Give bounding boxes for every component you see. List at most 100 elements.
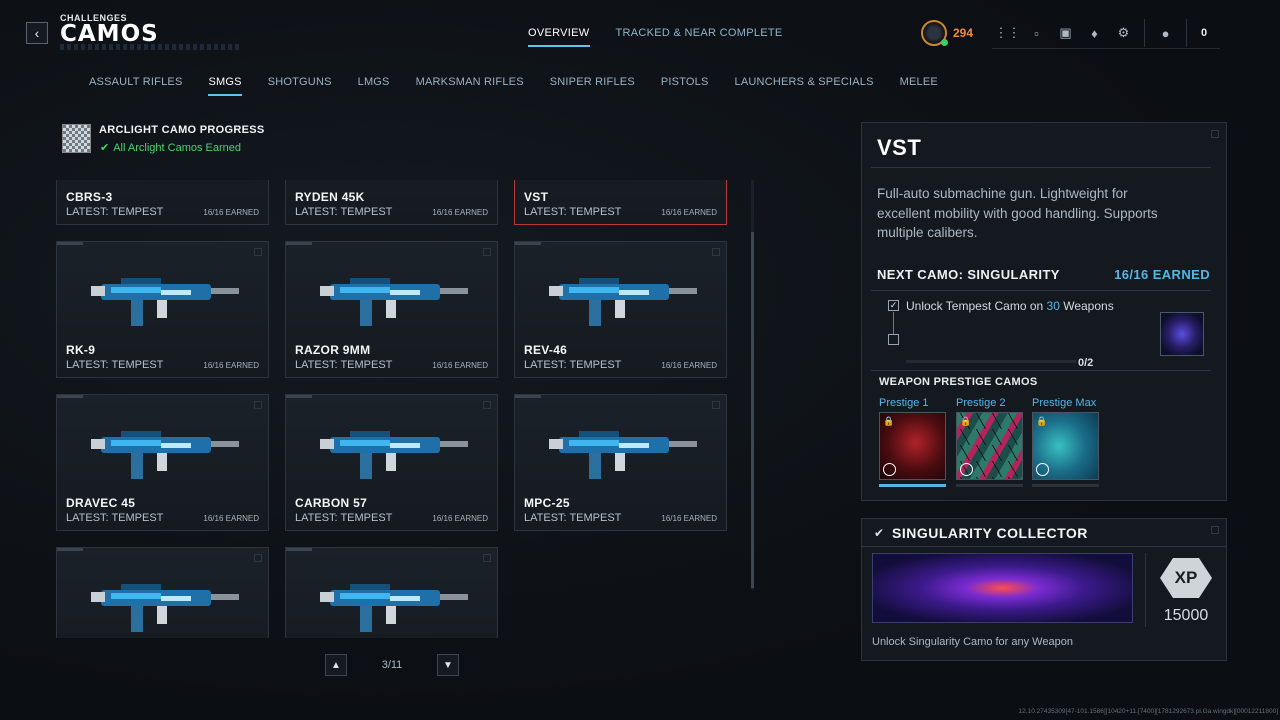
- weapon-image: [320, 278, 468, 326]
- arclight-status: ✔ All Arclight Camos Earned: [100, 141, 241, 155]
- weapon-image: [549, 431, 697, 479]
- prestige-icon: [1036, 463, 1049, 476]
- prestige-icon: [883, 463, 896, 476]
- requirement-prefix: Unlock Tempest Camo on: [906, 299, 1047, 313]
- prestige-camo-image: 🔒: [1032, 412, 1099, 480]
- prestige-label: Prestige 2: [956, 397, 1006, 409]
- weapon-earned: 16/16 EARNED: [661, 208, 717, 217]
- tab-launchers-specials[interactable]: LAUNCHERS & SPECIALS: [735, 76, 874, 96]
- prestige-camo-1[interactable]: Prestige 1 🔒: [879, 397, 947, 487]
- prestige-progress-bar: [956, 484, 1023, 487]
- collector-reward-banner: [872, 553, 1133, 623]
- card-corner: [254, 248, 262, 256]
- tab-marksman-rifles[interactable]: MARKSMAN RIFLES: [416, 76, 524, 96]
- divider: [871, 290, 1211, 291]
- requirement-checkbox-checked: ✓: [888, 300, 899, 311]
- checkmark-icon: ✔: [100, 142, 110, 154]
- weapon-name: MPC-25: [524, 496, 570, 510]
- weapon-earned: 16/16 EARNED: [203, 361, 259, 370]
- weapon-image: [91, 278, 239, 326]
- tab-smgs[interactable]: SMGS: [208, 76, 242, 96]
- tab-sniper-rifles[interactable]: SNIPER RIFLES: [550, 76, 635, 96]
- lock-icon: 🔒: [1036, 416, 1048, 426]
- lock-icon: 🔒: [883, 416, 895, 426]
- lock-icon: 🔒: [960, 416, 972, 426]
- weapon-latest-camo: LATEST: TEMPEST: [524, 206, 622, 218]
- panel-corner: [1211, 526, 1219, 534]
- page-up-button[interactable]: ▲: [325, 654, 347, 676]
- weapon-card[interactable]: CBRS-3 LATEST: TEMPEST 16/16 EARNED: [56, 180, 269, 225]
- weapon-image: [91, 431, 239, 479]
- weapon-card[interactable]: RK-9 LATEST: TEMPEST 16/16 EARNED: [56, 241, 269, 378]
- tab-shotguns[interactable]: SHOTGUNS: [268, 76, 332, 96]
- title-decoration: [60, 44, 240, 50]
- card-corner: [712, 248, 720, 256]
- card-corner: [254, 401, 262, 409]
- prestige-icon: [960, 463, 973, 476]
- collector-title: SINGULARITY COLLECTOR: [892, 525, 1088, 541]
- requirement-text: Unlock Tempest Camo on 30 Weapons: [906, 299, 1114, 313]
- weapon-latest-camo: LATEST: TEMPEST: [295, 359, 393, 371]
- weapon-card[interactable]: VST LATEST: TEMPEST 16/16 EARNED: [514, 180, 727, 225]
- card-top-bar: [57, 242, 83, 245]
- rank-icon[interactable]: [921, 20, 948, 46]
- collector-description: Unlock Singularity Camo for any Weapon: [872, 636, 1073, 648]
- divider: [871, 370, 1211, 371]
- page-indicator: 3/11: [381, 659, 403, 671]
- rank-value: 294: [953, 26, 974, 40]
- tab-melee[interactable]: MELEE: [900, 76, 938, 96]
- bell-icon[interactable]: ♦: [1080, 20, 1109, 46]
- apps-grid-icon[interactable]: ⋮⋮: [993, 20, 1022, 46]
- weapon-earned: 16/16 EARNED: [661, 514, 717, 523]
- weapon-earned: 16/16 EARNED: [203, 514, 259, 523]
- weapon-card[interactable]: DRAVEC 45 LATEST: TEMPEST 16/16 EARNED: [56, 394, 269, 531]
- weapon-card[interactable]: CARBON 57 LATEST: TEMPEST 16/16 EARNED: [285, 394, 498, 531]
- weapon-name: VST: [524, 190, 549, 204]
- prestige-camo-image: 🔒: [956, 412, 1023, 480]
- xp-amount: 15000: [1163, 607, 1209, 624]
- weapon-image: [320, 431, 468, 479]
- card-corner: [483, 554, 491, 562]
- scrollbar-thumb[interactable]: [751, 232, 754, 588]
- card-top-bar: [515, 395, 541, 398]
- requirement-progress: 0/2: [1078, 357, 1094, 369]
- weapon-card[interactable]: [285, 547, 498, 638]
- tab-overview[interactable]: OVERVIEW: [528, 27, 590, 47]
- weapon-card[interactable]: REV-46 LATEST: TEMPEST 16/16 EARNED: [514, 241, 727, 378]
- hud-divider: [1186, 19, 1187, 47]
- prestige-camo-2[interactable]: Prestige 2 🔒: [956, 397, 1024, 487]
- weapon-card[interactable]: RYDEN 45K LATEST: TEMPEST 16/16 EARNED: [285, 180, 498, 225]
- page-down-button[interactable]: ▼: [437, 654, 459, 676]
- back-button[interactable]: ‹: [26, 22, 48, 44]
- gear-icon[interactable]: ⚙: [1109, 20, 1138, 46]
- party-icon[interactable]: ●: [1151, 20, 1180, 46]
- card-top-bar: [57, 548, 83, 551]
- camera-icon[interactable]: ▣: [1051, 20, 1080, 46]
- weapon-name: REV-46: [524, 343, 568, 357]
- weapon-earned: 16/16 EARNED: [432, 208, 488, 217]
- weapon-card[interactable]: [56, 547, 269, 638]
- weapon-name: RK-9: [66, 343, 96, 357]
- requirement-suffix: Weapons: [1059, 299, 1114, 313]
- detail-weapon-name: VST: [877, 135, 922, 160]
- singularity-camo-thumbnail[interactable]: [1160, 312, 1204, 356]
- divider: [871, 167, 1211, 168]
- card-corner: [254, 554, 262, 562]
- prestige-label: Prestige 1: [879, 397, 929, 409]
- weapon-earned: 16/16 EARNED: [432, 361, 488, 370]
- weapon-latest-camo: LATEST: TEMPEST: [295, 512, 393, 524]
- tab-assault-rifles[interactable]: ASSAULT RIFLES: [89, 76, 182, 96]
- weapon-latest-camo: LATEST: TEMPEST: [66, 359, 164, 371]
- divider: [1145, 553, 1146, 627]
- tab-tracked-near-complete[interactable]: TRACKED & NEAR COMPLETE: [616, 27, 783, 47]
- prestige-camo-max[interactable]: Prestige Max 🔒: [1032, 397, 1100, 487]
- chevron-left-icon: ‹: [34, 25, 40, 41]
- tab-pistols[interactable]: PISTOLS: [661, 76, 709, 96]
- unlock-icon[interactable]: ▫: [1022, 20, 1051, 46]
- divider: [862, 546, 1226, 547]
- tab-lmgs[interactable]: LMGS: [358, 76, 390, 96]
- arclight-status-text: All Arclight Camos Earned: [113, 141, 241, 154]
- weapon-card[interactable]: MPC-25 LATEST: TEMPEST 16/16 EARNED: [514, 394, 727, 531]
- weapon-card[interactable]: RAZOR 9MM LATEST: TEMPEST 16/16 EARNED: [285, 241, 498, 378]
- weapon-name: RYDEN 45K: [295, 190, 365, 204]
